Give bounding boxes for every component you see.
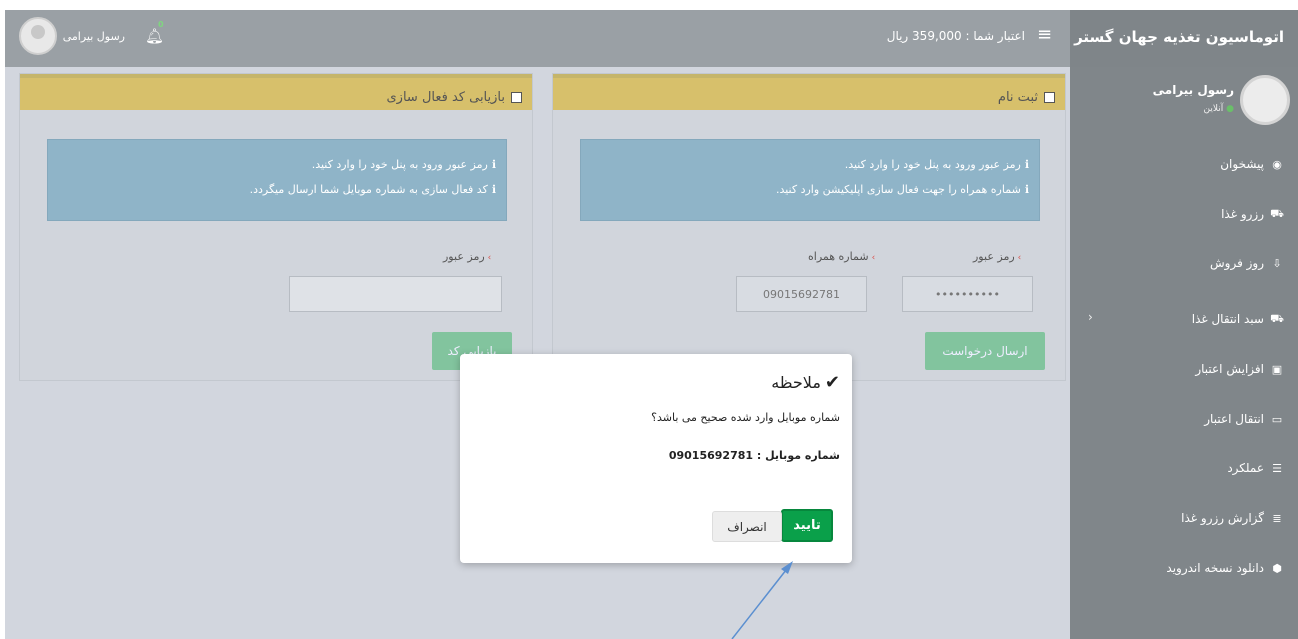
sidebar-item-label: دانلود نسخه اندروید bbox=[1166, 561, 1264, 575]
notification-badge: 0 bbox=[158, 20, 164, 29]
server-icon: ☰ bbox=[1272, 461, 1282, 475]
cart-icon: ⛟ bbox=[1270, 206, 1284, 220]
register-panel-header: ثبت نام bbox=[553, 74, 1065, 110]
android-icon: ⬢ bbox=[1272, 561, 1282, 575]
info-icon: ℹ bbox=[1024, 183, 1029, 196]
required-marker-icon: › bbox=[871, 253, 876, 263]
sidebar-item-report[interactable]: ≣ گزارش رزرو غذا bbox=[1070, 501, 1298, 535]
cart-icon: ⛟ bbox=[1270, 311, 1284, 325]
recover-panel-title: بازیابی کد فعال سازی bbox=[386, 89, 506, 105]
required-marker-icon: › bbox=[1017, 253, 1022, 263]
credit-label: اعتبار شما : 359,000 ریال bbox=[886, 29, 1025, 43]
sidebar-user-status: ● آنلاین bbox=[1204, 104, 1234, 114]
sidebar-item-label: روز فروش bbox=[1210, 256, 1264, 270]
info-line: ℹکد فعال سازی به شماره موبایل شما ارسال … bbox=[48, 177, 496, 202]
sidebar-user-name: رسول بیرامی bbox=[1152, 83, 1234, 97]
sidebar-item-label: سبد انتقال غذا bbox=[1191, 312, 1264, 326]
header-avatar[interactable] bbox=[19, 17, 57, 55]
recover-panel-body: ℹرمز عبور ورود به پنل خود را وارد کنید. … bbox=[20, 110, 532, 380]
sidebar-item-dashboard[interactable]: ◉ پیشخوان bbox=[1070, 147, 1298, 181]
confirm-button[interactable]: تایید bbox=[781, 509, 833, 542]
sidebar-item-label: افزایش اعتبار bbox=[1195, 362, 1264, 376]
info-line: ℹرمز عبور ورود به پنل خود را وارد کنید. bbox=[581, 152, 1029, 177]
label-text: رمز عبور bbox=[443, 250, 485, 263]
sidebar-item-reserve[interactable]: ⛟ رزرو غذا bbox=[1070, 197, 1298, 231]
recover-password-label: ›رمز عبور bbox=[443, 250, 491, 263]
sidebar-user-panel: رسول بیرامی ● آنلاین bbox=[1070, 67, 1298, 142]
header-user-name[interactable]: رسول بیرامی bbox=[60, 30, 125, 43]
register-panel-body: ℹرمز عبور ورود به پنل خود را وارد کنید. … bbox=[553, 110, 1065, 380]
sidebar-item-label: عملکرد bbox=[1227, 461, 1264, 475]
modal-mobile-number: شماره موبایل : 09015692781 bbox=[668, 449, 840, 462]
confirm-modal: ✔ملاحظه شماره موبایل وارد شده صحیح می با… bbox=[460, 354, 852, 563]
password-field[interactable]: •••••••••• bbox=[902, 276, 1033, 312]
money-icon: ▣ bbox=[1271, 362, 1283, 376]
sidebar-item-performance[interactable]: ☰ عملکرد bbox=[1070, 451, 1298, 485]
sidebar-item-label: پیشخوان bbox=[1220, 157, 1264, 171]
sidebar-item-label: انتقال اعتبار bbox=[1204, 412, 1264, 426]
checkbox-icon bbox=[1044, 91, 1055, 103]
required-marker-icon: › bbox=[487, 253, 492, 263]
mobile-label: ›شماره همراه bbox=[808, 250, 875, 263]
credit-card-icon: ▭ bbox=[1271, 412, 1283, 426]
chevron-left-icon[interactable]: › bbox=[1088, 310, 1093, 324]
recover-panel: بازیابی کد فعال سازی ℹرمز عبور ورود به پ… bbox=[19, 73, 533, 381]
modal-title-text: ملاحظه bbox=[771, 373, 821, 392]
recover-panel-header: بازیابی کد فعال سازی bbox=[20, 74, 532, 110]
download-icon: ⇩ bbox=[1272, 256, 1282, 270]
cancel-button[interactable]: انصراف bbox=[712, 511, 782, 542]
sidebar-item-label: گزارش رزرو غذا bbox=[1181, 511, 1264, 525]
info-icon: ℹ bbox=[1024, 158, 1029, 171]
online-dot-icon: ● bbox=[1223, 104, 1234, 114]
bell-icon[interactable]: 🔔︎ bbox=[145, 27, 164, 45]
sidebar-avatar bbox=[1240, 75, 1290, 125]
sidebar-item-add-credit[interactable]: ▣ افزایش اعتبار bbox=[1070, 352, 1298, 386]
brand-title[interactable]: اتوماسیون تغذیه جهان گستر bbox=[1070, 10, 1298, 67]
sidebar-item-transfer-cart[interactable]: ⛟ سبد انتقال غذا bbox=[1070, 302, 1298, 336]
password-label: ›رمز عبور bbox=[973, 250, 1021, 263]
info-text: شماره همراه را جهت فعال سازی اپلیکیشن وا… bbox=[775, 183, 1021, 196]
modal-title: ✔ملاحظه bbox=[771, 372, 840, 393]
sidebar: رسول بیرامی ● آنلاین ◉ پیشخوان ⛟ رزرو غذا … bbox=[1070, 67, 1298, 639]
checkmark-icon: ✔ bbox=[824, 372, 840, 393]
label-text: شماره همراه bbox=[808, 250, 869, 263]
modal-question: شماره موبایل وارد شده صحیح می باشد؟ bbox=[651, 411, 840, 424]
dashboard-icon: ◉ bbox=[1272, 157, 1282, 171]
status-label: آنلاین bbox=[1203, 104, 1224, 114]
recover-password-field[interactable] bbox=[289, 276, 502, 312]
info-line: ℹرمز عبور ورود به پنل خود را وارد کنید. bbox=[48, 152, 496, 177]
list-icon: ≣ bbox=[1272, 511, 1282, 525]
checkbox-icon bbox=[511, 91, 522, 103]
send-request-button[interactable]: ارسال درخواست bbox=[925, 332, 1045, 370]
info-text: رمز عبور ورود به پنل خود را وارد کنید. bbox=[844, 158, 1021, 171]
sidebar-item-sale-day[interactable]: ⇩ روز فروش bbox=[1070, 246, 1298, 280]
sidebar-item-transfer-credit[interactable]: ▭ انتقال اعتبار bbox=[1070, 402, 1298, 436]
register-panel: ثبت نام ℹرمز عبور ورود به پنل خود را وار… bbox=[552, 73, 1066, 381]
mobile-field[interactable]: 09015692781 bbox=[736, 276, 867, 312]
register-info-box: ℹرمز عبور ورود به پنل خود را وارد کنید. … bbox=[580, 139, 1040, 221]
top-header: اتوماسیون تغذیه جهان گستر ≡ اعتبار شما :… bbox=[5, 10, 1298, 67]
sidebar-item-label: رزرو غذا bbox=[1221, 207, 1264, 221]
recover-info-box: ℹرمز عبور ورود به پنل خود را وارد کنید. … bbox=[47, 139, 507, 221]
info-icon: ℹ bbox=[491, 158, 496, 171]
info-text: رمز عبور ورود به پنل خود را وارد کنید. bbox=[311, 158, 488, 171]
register-panel-title: ثبت نام bbox=[997, 89, 1038, 105]
info-text: کد فعال سازی به شماره موبایل شما ارسال م… bbox=[249, 183, 488, 196]
app-frame: اتوماسیون تغذیه جهان گستر ≡ اعتبار شما :… bbox=[5, 10, 1298, 639]
info-icon: ℹ bbox=[491, 183, 496, 196]
label-text: رمز عبور bbox=[973, 250, 1015, 263]
sidebar-item-android[interactable]: ⬢ دانلود نسخه اندروید bbox=[1070, 551, 1298, 585]
hamburger-icon[interactable]: ≡ bbox=[1037, 24, 1052, 45]
info-line: ℹشماره همراه را جهت فعال سازی اپلیکیشن و… bbox=[581, 177, 1029, 202]
